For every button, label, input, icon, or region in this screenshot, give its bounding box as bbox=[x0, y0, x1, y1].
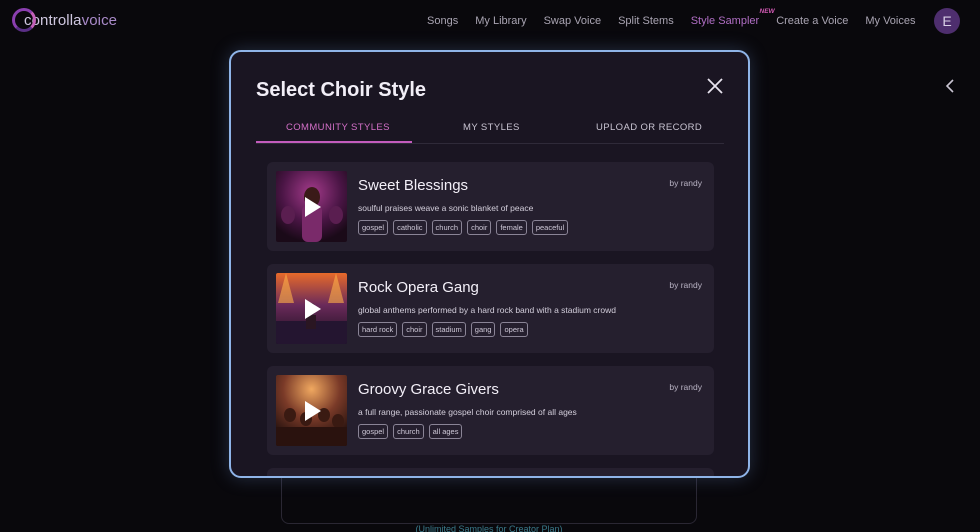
style-card-rock-opera-gang[interactable]: Rock Opera Gang by randy global anthems … bbox=[267, 264, 714, 353]
background-panel bbox=[281, 470, 697, 524]
brand-logo[interactable]: controllavoice bbox=[12, 8, 117, 32]
tag[interactable]: female bbox=[496, 220, 527, 235]
tab-community-styles[interactable]: COMMUNITY STYLES bbox=[286, 122, 390, 133]
tag[interactable]: choir bbox=[467, 220, 492, 235]
background-caption: (Unlimited Samples for Creator Plan) bbox=[415, 524, 563, 532]
tag[interactable]: gang bbox=[470, 322, 496, 337]
modal-title: Select Choir Style bbox=[256, 79, 427, 101]
style-title: Rock Opera Gang bbox=[358, 279, 479, 296]
nav-item-style-sampler-label: Style Sampler bbox=[690, 15, 760, 27]
top-navigation: controllavoice Songs My Library Swap Voi… bbox=[0, 0, 980, 44]
tag[interactable]: all ages bbox=[428, 424, 463, 439]
tag[interactable]: peaceful bbox=[531, 220, 569, 235]
style-thumbnail bbox=[276, 171, 347, 242]
tag[interactable]: church bbox=[393, 424, 424, 439]
tag[interactable]: gospel bbox=[358, 220, 389, 235]
tag[interactable]: hard rock bbox=[358, 322, 398, 337]
style-description: a full range, passionate gospel choir co… bbox=[358, 407, 577, 417]
nav-item-songs[interactable]: Songs bbox=[419, 15, 467, 27]
nav-item-my-voices[interactable]: My Voices bbox=[857, 15, 924, 27]
style-description: global anthems performed by a hard rock … bbox=[358, 305, 616, 315]
new-badge: NEW bbox=[759, 8, 775, 15]
tag[interactable]: gospel bbox=[358, 424, 389, 439]
nav-item-style-sampler[interactable]: Style Sampler NEW bbox=[682, 8, 775, 27]
style-author: by randy bbox=[669, 382, 702, 392]
active-tab-indicator bbox=[256, 141, 412, 143]
tag[interactable]: opera bbox=[500, 322, 528, 337]
style-thumbnail bbox=[276, 273, 347, 344]
tag[interactable]: choir bbox=[402, 322, 427, 337]
close-icon[interactable] bbox=[706, 77, 724, 95]
nav-item-create-a-voice[interactable]: Create a Voice bbox=[768, 15, 857, 27]
tag[interactable]: church bbox=[431, 220, 463, 235]
style-author: by randy bbox=[669, 280, 702, 290]
style-title: Sweet Blessings bbox=[358, 177, 469, 194]
nav-item-swap-voice[interactable]: Swap Voice bbox=[535, 15, 609, 27]
nav-item-split-stems[interactable]: Split Stems bbox=[610, 15, 683, 27]
play-icon[interactable] bbox=[300, 297, 324, 321]
chevron-left-icon[interactable] bbox=[944, 79, 958, 93]
play-icon[interactable] bbox=[300, 399, 324, 423]
style-thumbnail bbox=[276, 375, 347, 446]
style-author: by randy bbox=[669, 178, 702, 188]
logo-icon bbox=[12, 8, 36, 32]
style-tags: gospel church all ages bbox=[358, 424, 463, 439]
style-tags: gospel catholic church choir female peac… bbox=[358, 220, 569, 235]
choir-style-modal: Select Choir Style COMMUNITY STYLES MY S… bbox=[229, 50, 750, 478]
style-card-groovy-grace-givers[interactable]: Groovy Grace Givers by randy a full rang… bbox=[267, 366, 714, 455]
style-card-partial[interactable] bbox=[267, 468, 714, 476]
tag[interactable]: catholic bbox=[393, 220, 427, 235]
style-title: Groovy Grace Givers bbox=[358, 381, 499, 398]
tag[interactable]: stadium bbox=[431, 322, 466, 337]
style-tags: hard rock choir stadium gang opera bbox=[358, 322, 528, 337]
modal-tabs: COMMUNITY STYLES MY STYLES UPLOAD OR REC… bbox=[256, 116, 724, 144]
style-description: soulful praises weave a sonic blanket of… bbox=[358, 203, 534, 213]
tab-upload-or-record[interactable]: UPLOAD OR RECORD bbox=[596, 122, 702, 133]
nav-item-my-library[interactable]: My Library bbox=[467, 15, 535, 27]
nav-menu: Songs My Library Swap Voice Split Stems … bbox=[419, 0, 924, 42]
style-card-sweet-blessings[interactable]: Sweet Blessings by randy soulful praises… bbox=[267, 162, 714, 251]
play-icon[interactable] bbox=[300, 195, 324, 219]
tab-my-styles[interactable]: MY STYLES bbox=[463, 122, 520, 133]
user-avatar[interactable]: E bbox=[934, 8, 960, 34]
brand-name: controllavoice bbox=[24, 11, 118, 29]
